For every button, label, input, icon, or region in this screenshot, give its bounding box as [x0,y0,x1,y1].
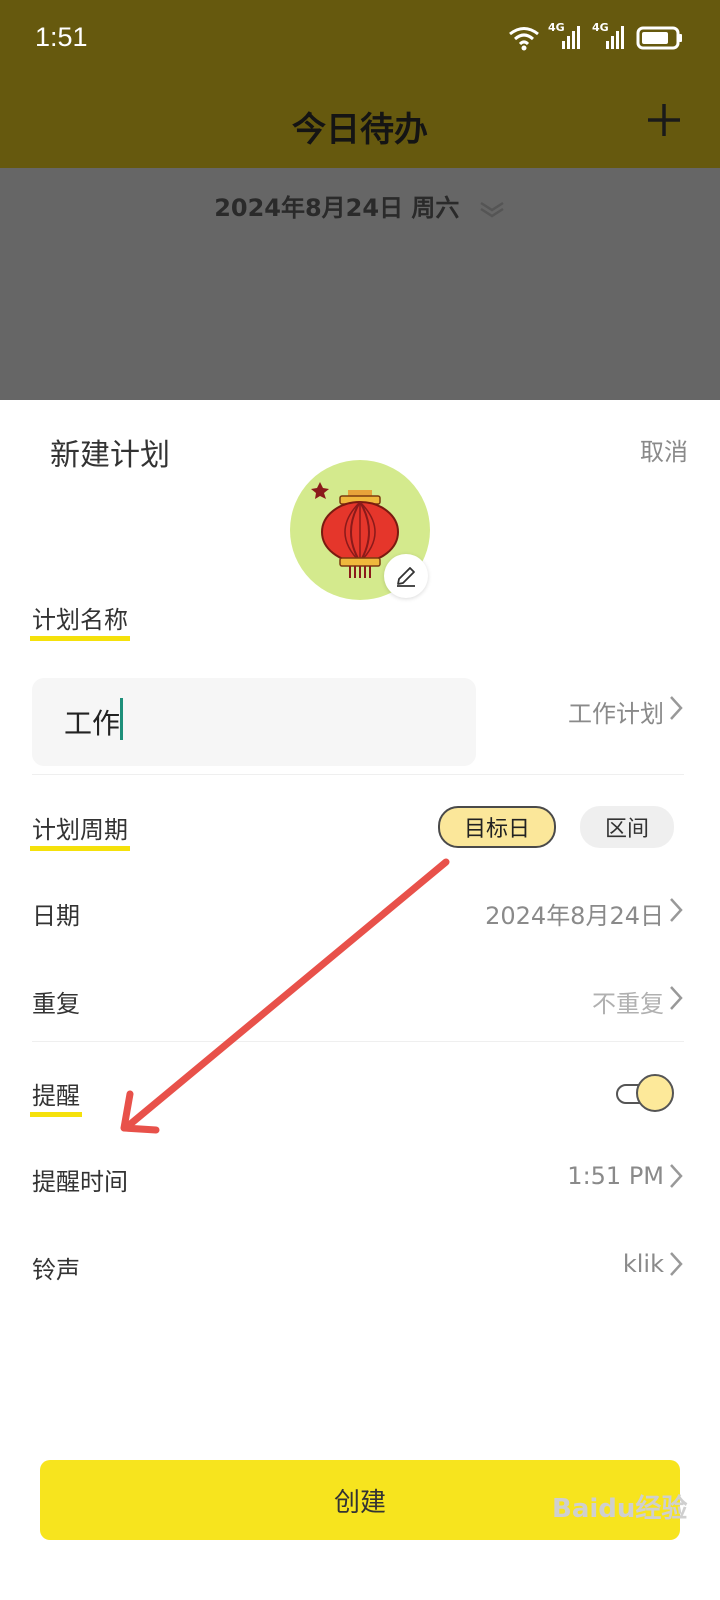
sheet-title: 新建计划 [50,438,170,473]
cycle-option-target-day[interactable]: 目标日 [438,806,556,848]
chevron-right-icon [670,986,683,1010]
chevron-right-icon [670,696,683,720]
reminder-toggle[interactable] [616,1072,676,1116]
toggle-knob [636,1074,674,1112]
divider [32,774,684,775]
edit-avatar-button[interactable] [384,554,428,598]
cell-signal-2-icon: 4G [592,21,628,53]
plan-name-value: 工作 [64,707,121,740]
pencil-icon [397,567,415,587]
divider [32,1041,684,1042]
section-underline [30,636,130,641]
page-title: 今日待办 [292,110,428,150]
cycle-option-range[interactable]: 区间 [580,806,674,848]
double-chevron-down-icon [480,201,504,218]
plan-name-section: 计划名称 [30,600,130,641]
watermark: Baidu经验 [552,1494,688,1524]
new-plan-sheet: 新建计划 取消 计划名称 工作 工作计划 计划周期 目标日 区间 日期 2024… [0,400,720,1600]
chevron-right-icon [670,898,683,922]
plus-icon[interactable] [644,100,684,140]
battery-icon [636,26,682,50]
current-date: 2024年8月24日 周六 [214,194,460,222]
repeat-label: 重复 [32,990,80,1018]
repeat-value[interactable]: 不重复 [592,984,664,1019]
date-label: 日期 [32,902,80,930]
reminder-section: 提醒 [30,1076,82,1117]
date-value[interactable]: 2024年8月24日 [485,896,664,931]
plan-cycle-section: 计划周期 [30,810,130,851]
plan-name-label: 计划名称 [32,606,128,634]
cancel-button[interactable]: 取消 [640,432,688,467]
app-header: 今日待办 [0,80,720,168]
chevron-right-icon [670,1252,683,1276]
cell-signal-1-icon: 4G [548,21,584,53]
text-cursor [120,698,123,740]
status-bar: 1:51 4G 4G [0,0,720,80]
plan-name-input[interactable]: 工作 [32,678,476,766]
wifi-icon [509,27,539,51]
reminder-time-value[interactable]: 1:51 PM [567,1162,664,1190]
ringtone-value[interactable]: klik [623,1250,664,1278]
section-underline [30,1112,82,1117]
section-underline [30,846,130,851]
plan-name-suggestion[interactable]: 工作计划 [568,694,664,729]
status-time: 1:51 [35,22,88,52]
dimmed-backdrop[interactable]: 2024年8月24日 周六 [0,168,720,400]
chevron-right-icon [670,1164,683,1188]
reminder-time-label: 提醒时间 [32,1168,128,1196]
plan-cycle-label: 计划周期 [32,816,128,844]
reminder-label: 提醒 [32,1082,80,1110]
date-selector[interactable]: 2024年8月24日 周六 [0,188,720,223]
status-icons: 4G 4G [508,21,684,54]
ringtone-label: 铃声 [32,1256,80,1284]
